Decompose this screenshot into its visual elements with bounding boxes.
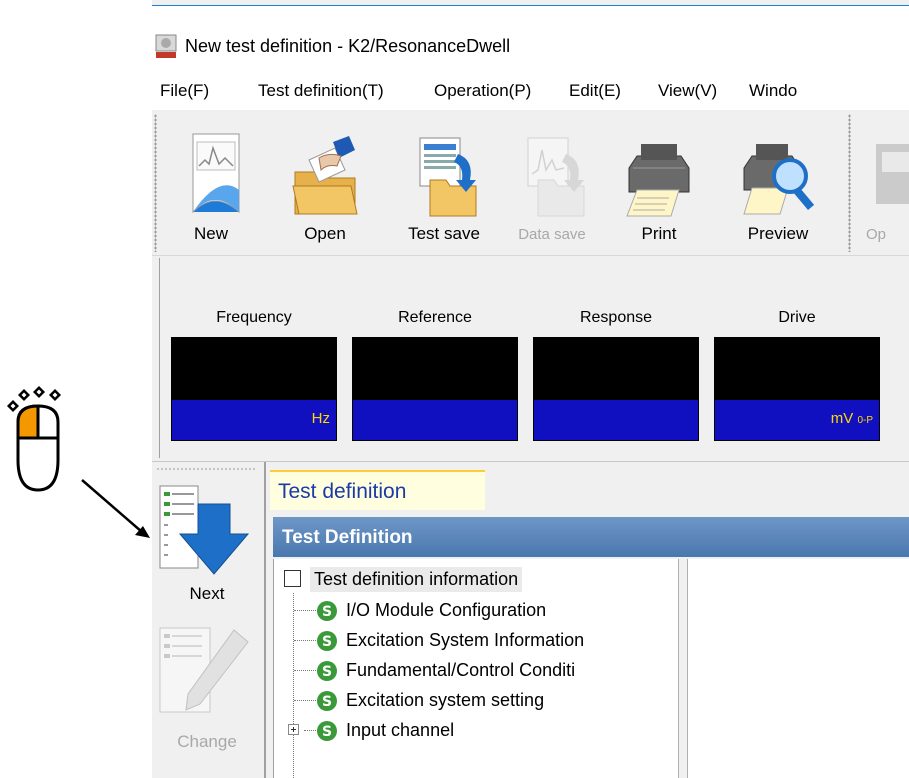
menu-test-definition[interactable]: Test definition(T) xyxy=(258,81,384,101)
toolbar-grip-2[interactable] xyxy=(848,114,851,252)
svg-text:S: S xyxy=(322,604,332,620)
app-icon xyxy=(155,34,177,58)
meter-unit: mV 0-P xyxy=(715,400,879,440)
meter-unit: Hz xyxy=(172,400,336,440)
meter-value xyxy=(534,338,698,400)
s-badge-icon: S xyxy=(317,661,337,681)
tree-connector-h xyxy=(294,670,316,671)
s-badge-icon: S xyxy=(317,601,337,621)
meter-display: mV 0-P xyxy=(714,337,880,441)
tree-root-checkbox[interactable] xyxy=(284,570,301,587)
meter-display: Hz xyxy=(171,337,337,441)
toolbar-grip[interactable] xyxy=(154,114,157,252)
meter-value xyxy=(172,338,336,400)
change-button: Change xyxy=(152,622,262,772)
meter-display xyxy=(352,337,518,441)
tree-connector-h xyxy=(294,610,316,611)
tree-splitter[interactable] xyxy=(678,559,688,778)
tree-connector-h xyxy=(294,640,316,641)
panel-title: Test Definition xyxy=(273,517,909,557)
menu-edit[interactable]: Edit(E) xyxy=(569,81,621,101)
meter-label: Reference xyxy=(398,309,472,326)
svg-text:S: S xyxy=(322,694,332,710)
test-save-icon xyxy=(419,137,477,217)
tree-expand-icon[interactable] xyxy=(288,724,299,735)
menu-file[interactable]: File(F) xyxy=(160,81,209,101)
svg-text:S: S xyxy=(322,724,332,740)
tree-connector-h xyxy=(294,700,316,701)
data-save-icon xyxy=(527,137,585,217)
tree-item-label: Excitation system setting xyxy=(346,690,545,710)
op-button: Op xyxy=(854,110,909,255)
toolbar: New Open Test save Data save Print Previ… xyxy=(152,110,909,255)
application-window: New test definition - K2/ResonanceDwell … xyxy=(152,0,909,778)
new-button-label: New xyxy=(193,224,228,243)
meter-label: Drive xyxy=(778,309,816,326)
open-folder-icon xyxy=(292,136,358,215)
test-save-button-label: Test save xyxy=(408,224,480,243)
print-button-label: Print xyxy=(641,224,677,243)
meter-display xyxy=(533,337,699,441)
menu-view[interactable]: View(V) xyxy=(658,81,717,101)
meter-unit xyxy=(534,400,698,440)
menu-bar: File(F) Test definition(T) Operation(P) … xyxy=(152,74,909,110)
tree-item-label: Excitation System Information xyxy=(346,630,585,650)
tree-connector xyxy=(293,593,294,778)
tree-item-label: Input channel xyxy=(346,720,455,740)
content-area: Test definition Test Definition Test def… xyxy=(266,462,909,778)
op-icon xyxy=(876,144,909,204)
preview-button[interactable]: Preview xyxy=(730,110,826,255)
menu-window[interactable]: Windo xyxy=(749,81,797,101)
menu-operation[interactable]: Operation(P) xyxy=(434,81,531,101)
test-save-button[interactable]: Test save xyxy=(392,110,496,255)
change-button-label: Change xyxy=(177,732,237,751)
next-button-label: Next xyxy=(189,584,225,603)
window-title: New test definition - K2/ResonanceDwell xyxy=(185,36,511,56)
data-save-button: Data save xyxy=(502,110,602,255)
tree-item-label: I/O Module Configuration xyxy=(346,600,547,620)
new-button[interactable]: New xyxy=(166,110,256,255)
meter-value xyxy=(353,338,517,400)
test-definition-tree: Test definition information S I/O Module… xyxy=(273,559,909,778)
meter-unit xyxy=(353,400,517,440)
tree-root-label: Test definition information xyxy=(310,567,523,592)
printer-icon xyxy=(626,144,690,217)
monitor-panel: Frequency Hz Reference Response Drive mV… xyxy=(152,256,909,461)
new-document-icon xyxy=(192,133,240,214)
svg-text:S: S xyxy=(322,664,332,680)
print-button[interactable]: Print xyxy=(614,110,704,255)
data-save-button-label: Data save xyxy=(518,226,586,243)
print-preview-icon xyxy=(743,144,814,215)
s-badge-icon: S xyxy=(317,721,337,741)
meter-label: Response xyxy=(579,309,653,326)
meter-unit-suffix: 0-P xyxy=(857,415,873,426)
tree-item-label: Fundamental/Control Conditi xyxy=(346,660,576,680)
meter-label: Frequency xyxy=(216,309,292,326)
s-badge-icon: S xyxy=(317,691,337,711)
meter-value xyxy=(715,338,879,400)
s-badge-icon: S xyxy=(317,631,337,651)
open-button[interactable]: Open xyxy=(280,110,370,255)
open-button-label: Open xyxy=(304,224,346,243)
title-bar: New test definition - K2/ResonanceDwell xyxy=(152,6,909,74)
op-button-label: Op xyxy=(866,226,887,243)
tree-connector-h xyxy=(304,730,316,731)
svg-text:S: S xyxy=(322,634,332,650)
preview-button-label: Preview xyxy=(747,224,809,243)
tab-test-definition[interactable]: Test definition xyxy=(270,470,485,510)
change-pencil-icon xyxy=(159,627,249,713)
mouse-left-click-icon xyxy=(6,385,150,538)
